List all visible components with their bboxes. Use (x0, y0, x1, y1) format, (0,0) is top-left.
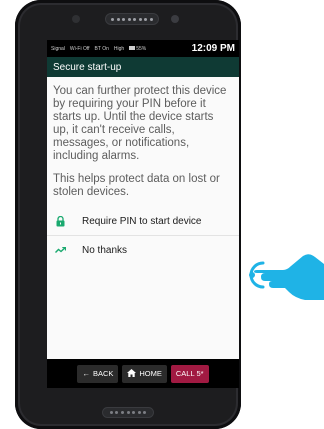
back-button-label: BACK (92, 369, 114, 378)
trend-arrow-icon (54, 246, 66, 254)
bluetooth-indicator: BT On (94, 45, 109, 52)
option-require-pin[interactable]: Require PIN to start device (47, 207, 239, 235)
home-button[interactable]: HOME (122, 364, 167, 383)
home-button-label: HOME (139, 369, 162, 378)
page-title: Secure start-up (53, 61, 122, 73)
status-bar: Signal Wi-Fi Off BT On High 55% 12:09 PM (47, 40, 239, 57)
call-button[interactable]: CALL 5* (170, 364, 209, 383)
option-no-thanks-label: No thanks (82, 244, 128, 256)
description: You can further protect this device by r… (47, 77, 239, 199)
lock-icon (54, 215, 66, 227)
description-paragraph-1: You can further protect this device by r… (53, 85, 227, 162)
call-button-label: CALL 5* (175, 369, 204, 378)
description-paragraph-2: This helps protect data on lost or stole… (53, 173, 220, 198)
home-icon (127, 368, 137, 379)
proximity-sensor (72, 15, 80, 23)
options-list: Require PIN to start device No thanks (47, 207, 239, 264)
clock: 12:09 PM (191, 43, 235, 54)
back-arrow-icon: ← (82, 369, 90, 378)
battery-percent: 55% (136, 45, 147, 52)
back-button[interactable]: ← BACK (77, 364, 119, 383)
pointing-hand-icon (243, 250, 324, 300)
page-title-bar: Secure start-up (47, 57, 239, 77)
bottom-speaker-grille (102, 407, 154, 418)
earpiece-speaker (105, 13, 159, 25)
front-camera (171, 15, 179, 23)
phone-screen: Signal Wi-Fi Off BT On High 55% 12:09 PM… (47, 40, 239, 388)
battery-icon (129, 46, 136, 51)
volume-indicator: High (113, 45, 125, 52)
option-require-pin-label: Require PIN to start device (82, 215, 202, 227)
signal-indicator: Signal (51, 45, 65, 52)
battery-indicator: 55% (129, 46, 146, 52)
option-no-thanks[interactable]: No thanks (47, 236, 239, 264)
navigation-bar: ← BACK HOME CALL 5* (47, 359, 239, 388)
phone-device: Signal Wi-Fi Off BT On High 55% 12:09 PM… (15, 0, 241, 429)
wifi-indicator: Wi-Fi Off (69, 45, 90, 52)
